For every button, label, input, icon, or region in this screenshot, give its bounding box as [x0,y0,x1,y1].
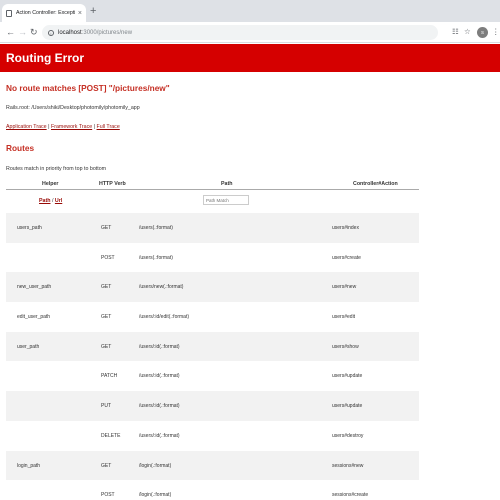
table-row: POST/users(.:format) users#create [6,243,419,273]
url-host: localhost [58,29,82,36]
tab-title: Action Controller: Exception c [16,10,75,16]
route-verb: GET [101,343,112,350]
route-action: users#show [332,343,359,350]
info-icon[interactable]: i [48,29,54,36]
banner-title: Routing Error [6,51,84,65]
browser-toolbar: ← → ↻ i localhost:3000/pictures/new ☷ ☆ … [0,22,500,43]
table-row: new_user_path GET/users/new(.:format) user… [6,272,419,303]
forward-icon[interactable]: → [18,26,27,38]
header-helper: Helper [42,181,59,187]
error-banner: Routing Error [0,44,500,72]
path-link[interactable]: Path [39,198,50,204]
tab-strip: Action Controller: Exception c × + [0,0,500,22]
reload-icon[interactable]: ↻ [30,26,38,38]
application-trace-link[interactable]: Application Trace [6,124,47,130]
route-action: users#update [332,403,363,410]
error-title: No route matches [POST] "/pictures/new" [6,83,170,93]
page-content: Routing Error No route matches [POST] "/… [0,44,500,500]
table-row: login_path GET/login(.:format) sessions#ne… [6,450,419,481]
route-helper: users_path [17,225,42,231]
header-path: Path [221,181,233,187]
route-path: /login(.:format) [139,492,172,499]
profile-icon[interactable]: S [477,27,488,38]
table-header: Helper HTTP Verb Path Controller#Action [6,179,419,190]
back-icon[interactable]: ← [6,26,15,38]
route-helper: new_user_path [17,284,52,291]
close-tab-icon[interactable]: × [78,10,82,17]
route-path: /users/:id(.:format) [139,432,180,439]
table-row: edit_user_path GET/users/:id/edit(.:forma… [6,302,419,332]
route-verb: DELETE [101,432,121,439]
routes-table: Helper HTTP Verb Path Controller#Action … [6,179,419,500]
route-action: users#new [332,284,357,291]
translate-icon[interactable]: ☷ [452,26,459,38]
url-path: :3000/pictures/new [81,29,133,36]
table-row: user_path GET/users/:id(.:format) users#sh… [6,331,419,362]
route-verb: GET [101,225,112,231]
route-helper: user_path [17,343,40,350]
rails-root: Rails.root: /Users/shiki/Desktop/photomi… [6,105,140,111]
route-path: /users(.:format) [139,225,173,231]
filter-row: Path / Url [6,190,419,213]
full-trace-link[interactable]: Full Trace [97,124,120,130]
star-icon[interactable]: ☆ [464,26,471,38]
file-icon [6,9,12,17]
route-verb: POST [101,254,115,261]
route-action: users#create [332,254,361,261]
routes-title: Routes [6,143,35,153]
route-path: /users/new(.:format) [139,284,184,291]
route-path: /users/:id(.:format) [139,403,180,410]
route-helper: login_path [17,462,41,469]
helper-toggle: Path / Url [39,198,62,204]
route-action: users#index [332,225,359,231]
table-row: DELETE/users/:id(.:format) users#destroy [6,421,419,451]
browser-tab[interactable]: Action Controller: Exception c × [2,4,86,22]
new-tab-button[interactable]: + [90,6,96,17]
route-action: sessions#new [332,462,364,469]
url-link[interactable]: Url [55,198,62,204]
route-verb: GET [101,284,112,291]
route-verb: GET [101,462,112,469]
route-verb: PATCH [101,373,118,380]
address-bar[interactable]: i localhost:3000/pictures/new [42,25,438,40]
menu-icon[interactable]: ⋮ [492,26,500,38]
url-text: localhost:3000/pictures/new [58,30,132,36]
route-verb: POST [101,492,115,499]
route-helper: edit_user_path [17,314,51,321]
route-action: users#destroy [332,432,364,439]
table-row: users_path GET/users(.:format) users#index [6,213,419,243]
table-row: PATCH/users/:id(.:format) users#update [6,361,419,391]
trace-links: Application Trace | Framework Trace | Fu… [6,124,120,130]
route-action: users#update [332,373,363,380]
route-verb: PUT [101,403,111,410]
route-path: /users/:id/edit(.:format) [139,314,190,321]
routes-note: Routes match in priority from top to bot… [6,166,107,172]
table-row: PUT/users/:id(.:format) users#update [6,391,419,421]
route-path: /users/:id(.:format) [139,373,180,380]
table-row: POST/login(.:format) sessions#create [6,480,419,500]
route-rows: users_path GET/users(.:format) users#index… [6,213,419,500]
framework-trace-link[interactable]: Framework Trace [51,124,92,130]
header-verb: HTTP Verb [99,181,126,187]
route-path: /users(.:format) [139,254,173,261]
route-verb: GET [101,314,112,321]
route-action: sessions#create [332,492,369,499]
route-action: users#edit [332,314,356,321]
route-path: /users/:id(.:format) [139,343,180,350]
path-match-input[interactable] [203,195,249,205]
header-controller: Controller#Action [353,181,398,187]
route-path: /login(.:format) [139,462,172,469]
